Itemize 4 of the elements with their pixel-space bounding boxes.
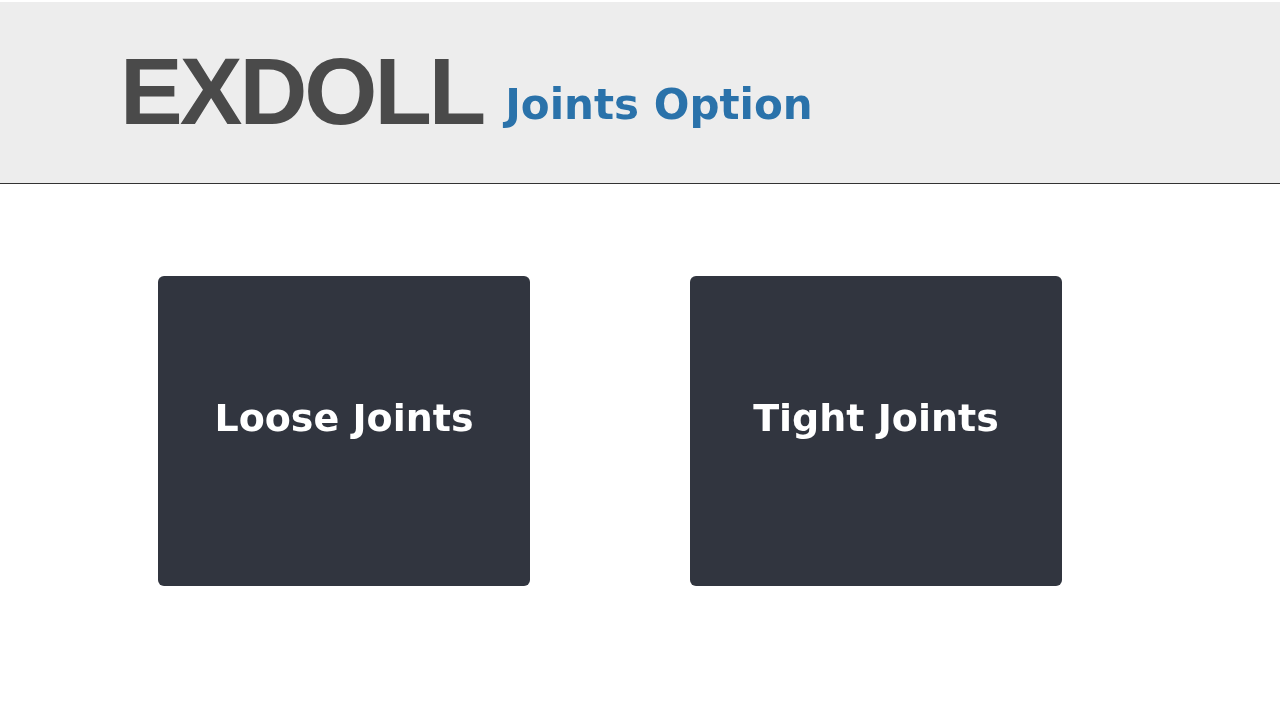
page-title: Joints Option [505, 79, 813, 131]
option-button[interactable]: Loose Joints [158, 276, 530, 586]
logo: EXDOLL [120, 53, 484, 131]
option-button[interactable]: Tight Joints [690, 276, 1062, 586]
